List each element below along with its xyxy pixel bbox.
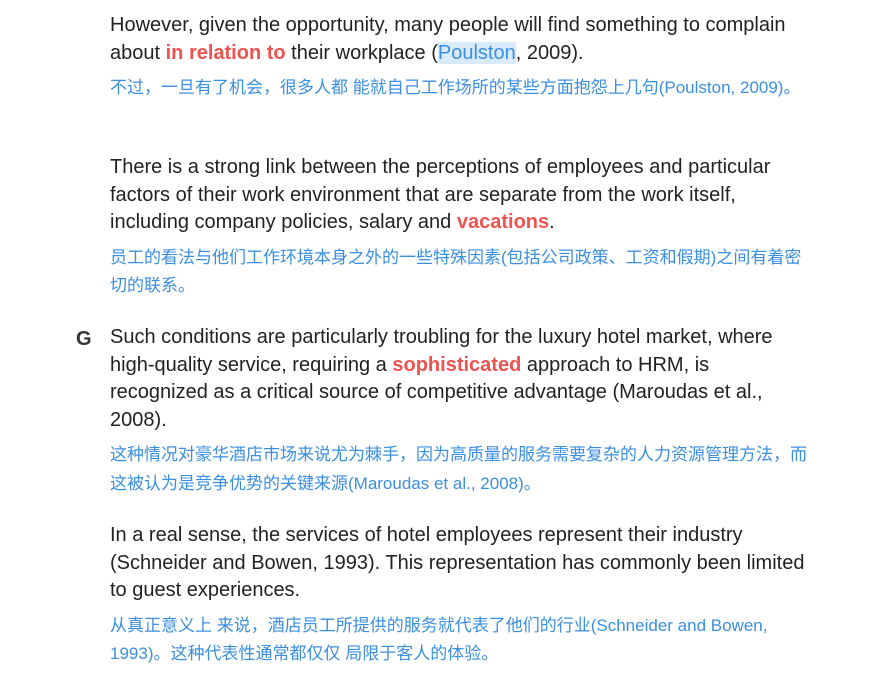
bilingual-reader: However, given the opportunity, many peo… [0,0,872,685]
english-sentence-4[interactable]: In a real sense, the services of hotel e… [110,522,810,605]
chinese-translation-2: 员工的看法与他们工作环境本身之外的一些特殊因素(包括公司政策、工资和假期)之间有… [110,247,802,296]
vocabulary-keyword-in-relation-to[interactable]: in relation to [166,42,286,64]
english-sentence-1[interactable]: However, given the opportunity, many peo… [110,12,810,67]
selected-word-poulston[interactable]: Poulston [437,41,516,64]
english-sentence-2[interactable]: There is a strong link between the perce… [110,154,810,237]
paragraph-2: There is a strong link between the perce… [110,154,810,301]
english-sentence-1-after: , 2009). [515,41,584,64]
paragraph-marker-g: G [76,328,92,350]
english-sentence-2-after: . [549,211,555,233]
english-sentence-1-mid: their workplace ( [285,41,438,64]
vocabulary-keyword-vacations[interactable]: vacations [457,211,549,233]
paragraph-4: In a real sense, the services of hotel e… [110,522,810,669]
paragraph-1: However, given the opportunity, many peo… [110,12,810,103]
chinese-translation-1: 不过，一旦有了机会，很多人都 能就自己工作场所的某些方面抱怨上几句(Poulst… [110,78,801,97]
vocabulary-keyword-sophisticated[interactable]: sophisticated [392,354,521,376]
english-sentence-3[interactable]: Such conditions are particularly troubli… [110,324,810,434]
paragraph-3: Such conditions are particularly troubli… [110,324,810,498]
chinese-translation-3: 这种情况对豪华酒店市场来说尤为棘手，因为高质量的服务需要复杂的人力资源管理方法，… [110,445,807,493]
chinese-translation-4: 从真正意义上 来说，酒店员工所提供的服务就代表了他们的行业(Schneider … [110,615,768,664]
english-sentence-2-before: There is a strong link between the perce… [110,156,771,233]
